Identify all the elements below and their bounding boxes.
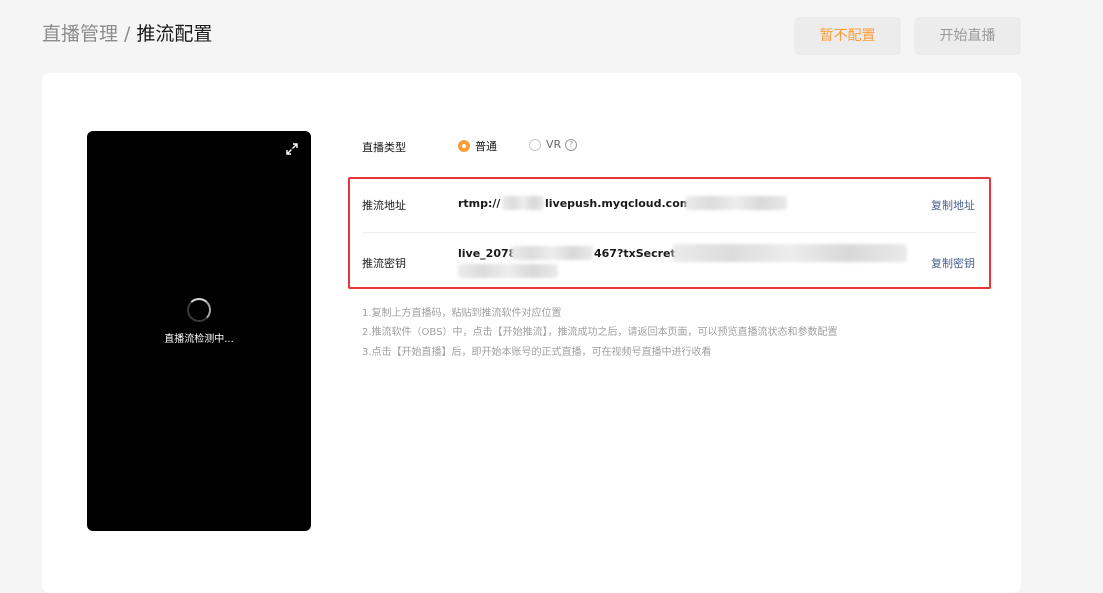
stream-preview: 直播流检测中... <box>87 131 311 531</box>
push-key-prefix: live_2078 <box>458 247 517 260</box>
start-live-button[interactable]: 开始直播 <box>914 17 1021 55</box>
redacted-blur <box>685 196 787 210</box>
redacted-blur <box>458 264 558 278</box>
loading-spinner-icon <box>187 298 211 322</box>
redacted-blur <box>511 246 593 260</box>
tip-line: 1.复制上方直播码，粘贴到推流软件对应位置 <box>362 308 562 319</box>
live-type-label: 直播类型 <box>362 141 406 154</box>
tip-line: 2.推流软件（OBS）中，点击【开始推流】，推流成功之后，请返回本页面，可以预览… <box>362 327 838 338</box>
radio-common[interactable]: 普通 <box>458 138 497 154</box>
radio-unselected-icon <box>529 138 541 151</box>
radio-selected-icon <box>458 140 470 152</box>
push-url-label: 推流地址 <box>362 199 406 212</box>
radio-common-label: 普通 <box>475 140 497 153</box>
copy-key-button[interactable]: 复制密钥 <box>931 255 975 271</box>
expand-icon[interactable] <box>285 142 299 156</box>
redacted-blur <box>673 244 907 262</box>
radio-vr[interactable]: VR ? <box>529 138 578 151</box>
page-title: 推流配置 <box>136 23 213 45</box>
radio-vr-label: VR <box>546 138 562 151</box>
push-url-domain: livepush.myqcloud.com/ <box>545 197 696 210</box>
breadcrumb-parent[interactable]: 直播管理 <box>42 23 118 45</box>
redacted-blur <box>502 196 544 210</box>
breadcrumb-separator: / <box>124 23 131 45</box>
breadcrumb: 直播管理 / 推流配置 <box>42 22 212 46</box>
tip-line: 3.点击【开始直播】后，即开始本账号的正式直播，可在视频号直播中进行收看 <box>362 347 712 358</box>
push-url-prefix: rtmp:// <box>458 197 501 210</box>
stream-status-text: 直播流检测中... <box>164 334 234 345</box>
skip-config-button[interactable]: 暂不配置 <box>794 17 901 55</box>
help-icon[interactable]: ? <box>565 138 578 151</box>
push-key-secret-label: 467?txSecret= <box>594 247 685 260</box>
push-key-label: 推流密钥 <box>362 257 406 270</box>
row-divider <box>362 232 976 233</box>
credentials-highlight-box <box>348 177 991 289</box>
copy-url-button[interactable]: 复制地址 <box>931 197 975 213</box>
